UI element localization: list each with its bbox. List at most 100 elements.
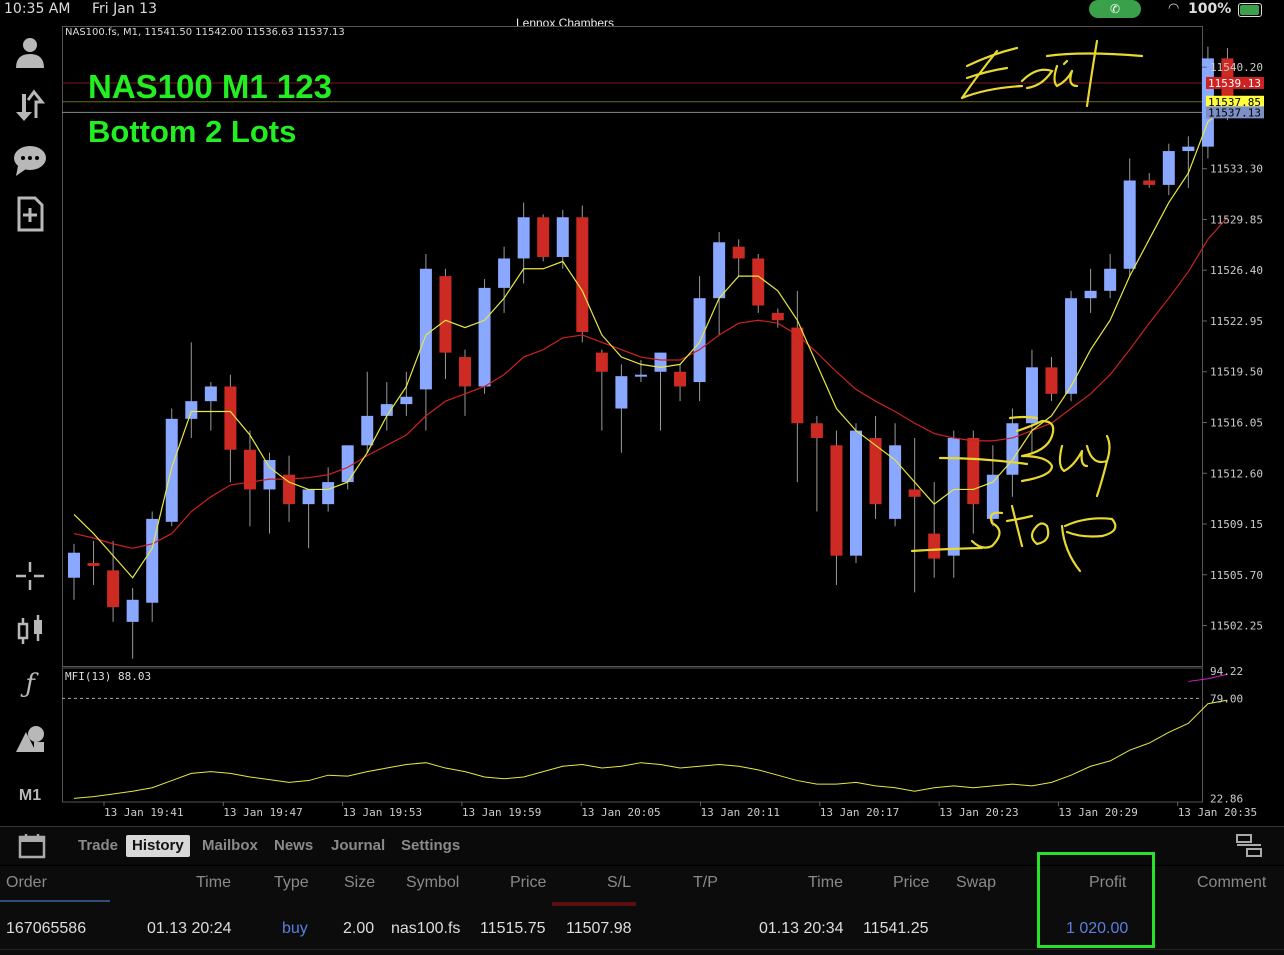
y-tick-label: 11519.50 <box>1210 366 1263 379</box>
candle-body <box>615 376 628 409</box>
cell-size: 2.00 <box>343 920 375 937</box>
candle-body <box>107 570 120 608</box>
col-symbol[interactable]: Symbol <box>406 874 459 892</box>
candle-body <box>204 386 217 402</box>
candle-body <box>791 327 804 424</box>
calendar-icon[interactable] <box>18 833 46 865</box>
handwritten-buy <box>938 415 1111 498</box>
col-open-price[interactable]: Price <box>510 874 546 892</box>
phone-icon: ✆ <box>1109 2 1121 16</box>
candle-body <box>224 386 237 450</box>
overlay-subtitle: Bottom 2 Lots <box>88 114 297 149</box>
candle-body <box>1143 180 1156 185</box>
candle-body <box>400 396 413 405</box>
tab-settings[interactable]: Settings <box>395 835 466 857</box>
wifi-icon: ◠ <box>1168 1 1180 16</box>
crosshair-icon[interactable] <box>10 556 50 596</box>
candle-body <box>771 312 784 321</box>
candle-body <box>947 437 960 556</box>
status-time: 10:35 AM <box>4 1 71 17</box>
account-icon[interactable] <box>10 32 50 72</box>
candle-body <box>595 352 608 372</box>
price-tag-text-last: 11537.13 <box>1208 106 1261 119</box>
overlay-title: NAS100 M1 123 <box>88 68 332 105</box>
col-tp[interactable]: T/P <box>693 874 718 892</box>
col-comment[interactable]: Comment <box>1197 874 1266 892</box>
tab-history[interactable]: History <box>126 835 190 857</box>
tab-mailbox[interactable]: Mailbox <box>196 835 264 857</box>
candle-body <box>126 599 139 622</box>
candle-body <box>1084 290 1097 299</box>
candle-body <box>1104 268 1117 291</box>
candle-body <box>830 445 843 556</box>
trade-arrows-icon[interactable] <box>10 86 50 126</box>
candle-body <box>693 298 706 383</box>
x-tick-label: 13 Jan 19:47 <box>223 806 302 819</box>
objects-icon[interactable] <box>10 718 50 758</box>
new-document-icon[interactable] <box>10 194 50 234</box>
cell-close-time: 01.13 20:34 <box>759 920 844 937</box>
y-tick-label: 11533.30 <box>1210 163 1263 176</box>
indicators-icon[interactable]: ƒ <box>10 664 50 704</box>
col-swap[interactable]: Swap <box>956 874 996 892</box>
candle-body <box>654 352 667 372</box>
col-close-time[interactable]: Time <box>808 874 843 892</box>
x-tick-label: 13 Jan 20:05 <box>581 806 660 819</box>
y-tick-label: 11526.40 <box>1210 264 1263 277</box>
candle-body <box>322 482 335 505</box>
mfi-tick-label: 79.00 <box>1210 692 1243 705</box>
candle-body <box>928 533 941 559</box>
timeframe-button[interactable]: M1 <box>10 776 50 816</box>
x-tick-label: 13 Jan 19:59 <box>462 806 541 819</box>
candle-body <box>1045 367 1058 394</box>
tab-news[interactable]: News <box>268 835 319 857</box>
status-date: Fri Jan 13 <box>92 1 157 17</box>
col-open-time[interactable]: Time <box>196 874 231 892</box>
candle-body <box>537 217 550 257</box>
candle-body <box>498 258 511 288</box>
cell-order: 167065586 <box>6 920 87 937</box>
chart-area[interactable]: 11540.20 11533.30 11529.85 11526.40 11522.95… <box>62 26 1284 826</box>
mfi-label: MFI(13) 88.03 <box>65 670 152 683</box>
candle-body <box>517 217 530 259</box>
x-tick-label: 13 Jan 20:35 <box>1178 806 1257 819</box>
col-type[interactable]: Type <box>274 874 309 892</box>
y-tick-label: 11516.05 <box>1210 417 1263 430</box>
candle-body <box>185 401 198 419</box>
y-tick-label: 11505.70 <box>1210 569 1263 582</box>
mfi-tick-label: 22.86 <box>1210 793 1243 806</box>
x-tick-label: 13 Jan 20:17 <box>820 806 899 819</box>
candle-body <box>361 415 374 446</box>
candle-body <box>674 371 687 387</box>
x-tick-label: 13 Jan 19:53 <box>343 806 422 819</box>
chart-type-icon[interactable] <box>10 610 50 650</box>
cell-close-price: 11541.25 <box>863 920 929 937</box>
mfi-plot-frame <box>62 667 1203 803</box>
sort-indicator <box>0 900 110 902</box>
candle-body <box>1025 367 1038 424</box>
sl-indicator <box>552 902 636 906</box>
battery-icon <box>1238 3 1262 17</box>
col-size[interactable]: Size <box>344 874 375 892</box>
chat-icon[interactable] <box>10 140 50 180</box>
cell-open-time: 01.13 20:24 <box>147 920 232 937</box>
handwritten-annotations <box>910 39 1144 573</box>
row-separator <box>0 949 1284 950</box>
candle-body <box>439 276 452 353</box>
col-order[interactable]: Order <box>6 874 47 892</box>
tab-journal[interactable]: Journal <box>325 835 391 857</box>
col-close-price[interactable]: Price <box>893 874 929 892</box>
handwritten-edit <box>960 39 1144 108</box>
candle-body <box>302 489 315 505</box>
y-tick-label: 11540.20 <box>1210 61 1263 74</box>
cell-open-price: 11515.75 <box>480 920 546 937</box>
battery-percent: 100% <box>1188 1 1232 17</box>
candle-body <box>732 246 745 259</box>
y-tick-label: 11502.25 <box>1210 620 1263 633</box>
tab-trade[interactable]: Trade <box>72 835 124 857</box>
candle-body <box>1123 180 1136 269</box>
candle-body <box>576 217 589 333</box>
col-sl[interactable]: S/L <box>607 874 631 892</box>
layout-icon[interactable] <box>1235 833 1263 865</box>
candle-body <box>459 357 471 387</box>
